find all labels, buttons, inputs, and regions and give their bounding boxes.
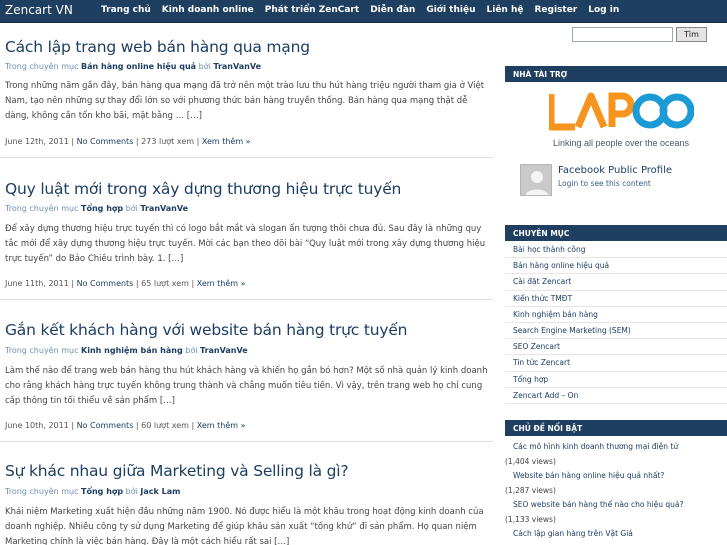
sponsor-tagline: Linking all people over the oceans bbox=[553, 138, 690, 148]
popular-post-link[interactable]: SEO website bán hàng thế nào cho hiệu qu… bbox=[505, 498, 727, 513]
post-meta: Trong chuyên mục Kinh nghiệm bán hàng bở… bbox=[5, 346, 248, 355]
meta-by: bởi bbox=[125, 487, 138, 496]
post-excerpt: Trong những năm gần đây, bán hàng qua mạ… bbox=[5, 81, 485, 121]
post-author-link[interactable]: TranVanVe bbox=[140, 204, 188, 213]
post-date: June 12th, 2011 bbox=[5, 137, 69, 146]
post-category-link[interactable]: Tổng hợp bbox=[81, 204, 123, 213]
read-more-link[interactable]: Xem thêm » bbox=[197, 279, 246, 288]
post-meta: Trong chuyên mục Tổng hợp bởi TranVanVe bbox=[5, 204, 188, 213]
category-link[interactable]: Tổng hợp bbox=[505, 372, 727, 388]
view-count: 273 lượt xem bbox=[141, 137, 195, 146]
post-divider bbox=[0, 299, 493, 300]
meta-by: bởi bbox=[198, 62, 211, 71]
popular-post-link[interactable]: Website bán hàng online hiệu quả nhất? bbox=[505, 469, 727, 484]
post-date: June 11th, 2011 bbox=[5, 279, 69, 288]
post-meta: Trong chuyên mục Bán hàng online hiệu qu… bbox=[5, 62, 261, 71]
popular-post-views: (1,133 views) bbox=[505, 514, 556, 524]
post-meta: Trong chuyên mục Tổng hợp bởi Jack Lam bbox=[5, 487, 180, 496]
facebook-profile-box: Facebook Public Profile Login to see thi… bbox=[520, 161, 720, 197]
categories-heading: CHUYÊN MỤC bbox=[505, 225, 727, 241]
category-link[interactable]: Bán hàng online hiệu quả bbox=[505, 258, 727, 275]
meta-by: bởi bbox=[125, 204, 138, 213]
post-excerpt: Để xây dựng thương hiệu trực tuyến thì c… bbox=[5, 224, 486, 264]
category-link[interactable]: SEO Zencart bbox=[505, 339, 727, 356]
nav-contact[interactable]: Liên hệ bbox=[487, 5, 524, 15]
site-brand[interactable]: Zencart VN bbox=[5, 3, 73, 17]
post-title[interactable]: Quy luật mới trong xây dựng thương hiệu … bbox=[5, 180, 401, 198]
category-link[interactable]: Kinh nghiệm bán hàng bbox=[505, 307, 727, 323]
post-footer: June 11th, 2011 | No Comments | 65 lượt … bbox=[5, 279, 246, 288]
search-input[interactable] bbox=[572, 27, 673, 42]
main-nav: Trang chủ Kinh doanh online Phát triển Z… bbox=[101, 5, 630, 15]
nav-zencart-dev[interactable]: Phát triển ZenCart bbox=[265, 5, 359, 15]
nav-home[interactable]: Trang chủ bbox=[101, 5, 151, 15]
nav-about[interactable]: Giới thiệu bbox=[426, 5, 475, 15]
category-link[interactable]: Kiến thức TMĐT bbox=[505, 291, 727, 307]
facebook-avatar-icon bbox=[520, 164, 552, 196]
sponsor-logo[interactable]: Linking all people over the oceans bbox=[547, 91, 695, 151]
popular-post-link[interactable]: Cách lập gian hàng trên Vật Giá bbox=[505, 527, 727, 542]
comments-link[interactable]: No Comments bbox=[77, 421, 134, 430]
post-footer: June 10th, 2011 | No Comments | 60 lượt … bbox=[5, 421, 246, 430]
post-category-link[interactable]: Bán hàng online hiệu quả bbox=[81, 62, 196, 71]
post-title[interactable]: Sự khác nhau giữa Marketing và Selling l… bbox=[5, 462, 349, 480]
read-more-link[interactable]: Xem thêm » bbox=[202, 137, 251, 146]
popular-post: Cách lập gian hàng trên Vật Giá bbox=[505, 527, 727, 542]
meta-by: bởi bbox=[185, 346, 198, 355]
meta-prefix: Trong chuyên mục bbox=[5, 62, 79, 71]
popular-post-link[interactable]: Các mô hình kinh doanh thương mại điện t… bbox=[505, 440, 727, 455]
meta-prefix: Trong chuyên mục bbox=[5, 204, 79, 213]
category-link[interactable]: Zencart Add – On bbox=[505, 388, 727, 404]
view-count: 60 lượt xem bbox=[141, 421, 189, 430]
read-more-link[interactable]: Xem thêm » bbox=[197, 421, 246, 430]
view-count: 65 lượt xem bbox=[141, 279, 189, 288]
popular-post: SEO website bán hàng thế nào cho hiệu qu… bbox=[505, 498, 727, 527]
post-excerpt: Làm thế nào để trang web bán hàng thu hú… bbox=[5, 366, 488, 406]
post-category-link[interactable]: Kinh nghiệm bán hàng bbox=[81, 346, 183, 355]
popular-post: Website bán hàng online hiệu quả nhất? (… bbox=[505, 469, 727, 498]
post-author-link[interactable]: TranVanVe bbox=[200, 346, 248, 355]
post-author-link[interactable]: Jack Lam bbox=[140, 487, 180, 496]
top-navigation-bar: Zencart VN Trang chủ Kinh doanh online P… bbox=[0, 0, 727, 23]
meta-prefix: Trong chuyên mục bbox=[5, 346, 79, 355]
popular-post-views: (1,287 views) bbox=[505, 485, 556, 495]
popular-posts-list: Các mô hình kinh doanh thương mại điện t… bbox=[505, 440, 727, 542]
facebook-login-link[interactable]: Login to see this content bbox=[558, 179, 651, 188]
comments-link[interactable]: No Comments bbox=[77, 137, 134, 146]
category-list: Bài học thành công Bán hàng online hiệu … bbox=[505, 242, 727, 404]
meta-prefix: Trong chuyên mục bbox=[5, 487, 79, 496]
comments-link[interactable]: No Comments bbox=[77, 279, 134, 288]
facebook-profile-link[interactable]: Facebook Public Profile bbox=[558, 165, 672, 176]
post-divider bbox=[0, 157, 493, 158]
lapoo-logo-icon: Linking all people over the oceans bbox=[547, 92, 695, 148]
nav-register[interactable]: Register bbox=[534, 5, 577, 15]
nav-login[interactable]: Log in bbox=[588, 5, 619, 15]
popular-post: Các mô hình kinh doanh thương mại điện t… bbox=[505, 440, 727, 469]
post-date: June 10th, 2011 bbox=[5, 421, 69, 430]
category-link[interactable]: Tin tức Zencart bbox=[505, 355, 727, 372]
post-title[interactable]: Gắn kết khách hàng với website bán hàng … bbox=[5, 321, 407, 339]
popular-post-views: (1,404 views) bbox=[505, 456, 556, 466]
popular-heading: CHỦ ĐỀ NỔI BẬT bbox=[505, 420, 727, 436]
post-author-link[interactable]: TranVanVe bbox=[213, 62, 261, 71]
post-excerpt: Khái niệm Marketing xuất hiện đầu những … bbox=[5, 507, 484, 545]
category-link[interactable]: Cài đặt Zencart bbox=[505, 274, 727, 291]
post-list: Cách lập trang web bán hàng qua mạng Tro… bbox=[0, 23, 493, 545]
sidebar: Tìm NHÀ TÀI TRỢ Linking all people over … bbox=[505, 23, 727, 545]
nav-online-business[interactable]: Kinh doanh online bbox=[162, 5, 254, 15]
post-divider bbox=[0, 441, 493, 442]
post-category-link[interactable]: Tổng hợp bbox=[81, 487, 123, 496]
nav-forum[interactable]: Diễn đàn bbox=[370, 5, 415, 15]
sponsor-heading: NHÀ TÀI TRỢ bbox=[505, 66, 727, 82]
post-title[interactable]: Cách lập trang web bán hàng qua mạng bbox=[5, 38, 310, 56]
category-link[interactable]: Bài học thành công bbox=[505, 242, 727, 259]
search-button[interactable]: Tìm bbox=[676, 27, 707, 42]
category-link[interactable]: Search Engine Marketing (SEM) bbox=[505, 323, 727, 340]
post-footer: June 12th, 2011 | No Comments | 273 lượt… bbox=[5, 137, 251, 146]
